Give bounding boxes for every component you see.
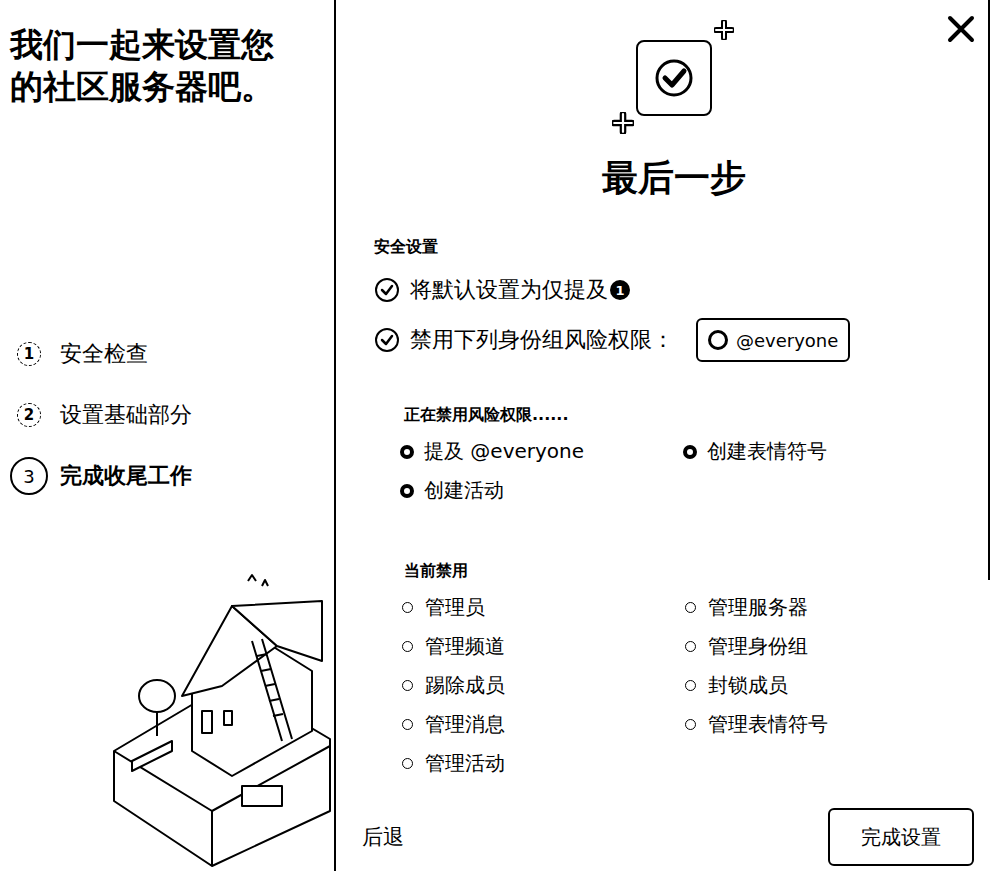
close-button[interactable] (946, 14, 976, 44)
step-number: 2 (17, 403, 41, 427)
bullet-dot (402, 758, 413, 769)
permission-label: 管理消息 (425, 711, 505, 738)
step-item: 2 设置基础部分 (10, 395, 334, 435)
permission-item: 管理消息 (400, 705, 683, 744)
check-circle-icon (374, 327, 400, 353)
scrollbar[interactable] (988, 0, 990, 580)
permission-label: 创建表情符号 (707, 438, 827, 465)
step-number: 3 (10, 457, 48, 495)
option-label: 禁用下列身份组风险权限： (410, 325, 674, 355)
close-icon (946, 14, 976, 44)
bullet-dot (402, 680, 413, 691)
permission-label: 管理活动 (425, 750, 505, 777)
step-item: 1 安全检查 (10, 334, 334, 374)
bullet-dot (400, 445, 414, 459)
option-label: 将默认设置为仅提及 (410, 275, 608, 305)
info-badge: 1 (610, 280, 630, 300)
settings-body: 安全设置将默认设置为仅提及1 禁用下列身份组风险权限： @everyone 正在禁用风… (366, 200, 974, 783)
permission-item: 提及 @everyone (400, 432, 683, 471)
step-label: 设置基础部分 (60, 400, 192, 430)
check-card (636, 40, 712, 116)
role-radio[interactable] (708, 330, 728, 350)
permission-label: 提及 @everyone (424, 438, 584, 465)
permission-label: 踢除成员 (425, 672, 505, 699)
permission-label: 管理表情符号 (708, 711, 828, 738)
bullet-dot (685, 719, 696, 730)
permission-item: 踢除成员 (400, 666, 683, 705)
modal-footer: 后退完成设置 (366, 808, 974, 866)
finish-button[interactable]: 完成设置 (828, 808, 974, 866)
bullet-dot (400, 484, 414, 498)
permission-item: 管理活动 (400, 744, 683, 783)
bullet-dot (402, 719, 413, 730)
bullet-dot (402, 602, 413, 613)
role-name: @everyone (736, 330, 838, 351)
bullet-dot (685, 602, 696, 613)
bullet-dot (685, 641, 696, 652)
step-heading: 最后一步 (366, 156, 974, 200)
permission-item: 创建活动 (400, 471, 683, 510)
security-title: 安全设置 (374, 236, 974, 258)
step-number: 1 (17, 342, 41, 366)
current-title: 当前禁用 (374, 560, 974, 582)
permission-label: 创建活动 (424, 477, 504, 504)
disabling-list: 提及 @everyone 创建表情符号创建活动 (374, 432, 974, 510)
back-button[interactable]: 后退 (362, 823, 404, 851)
sparkle-icon (714, 20, 734, 40)
check-circle-icon (374, 277, 400, 303)
current-list: 管理员 管理服务器管理频道 管理身份组踢除成员 封锁成员管理消息 管理表情符号管理活动 (374, 588, 974, 783)
permission-label: 管理身份组 (708, 633, 808, 660)
security-options: 将默认设置为仅提及1 禁用下列身份组风险权限： @everyone (374, 270, 974, 362)
role-select[interactable]: @everyone (696, 318, 850, 362)
permission-label: 封锁成员 (708, 672, 788, 699)
sidebar-title: 我们一起来设置您的社区服务器吧。 (10, 24, 287, 108)
step-label: 完成收尾工作 (60, 461, 192, 491)
permission-item: 创建表情符号 (683, 432, 974, 471)
house-icon (112, 561, 332, 871)
disabling-title: 正在禁用风险权限...... (374, 404, 974, 426)
permission-item: 管理员 (400, 588, 683, 627)
permission-label: 管理频道 (425, 633, 505, 660)
house-illustration (10, 561, 334, 871)
permission-label: 管理服务器 (708, 594, 808, 621)
permission-label: 管理员 (425, 594, 485, 621)
step-list: 1 安全检查 2 设置基础部分 3 完成收尾工作 (10, 334, 334, 496)
sparkle-icon (612, 112, 634, 134)
setup-sidebar: 我们一起来设置您的社区服务器吧。 1 安全检查 2 设置基础部分 3 完成收尾工作 (0, 0, 336, 871)
permission-item: 管理服务器 (683, 588, 974, 627)
permission-item: 管理频道 (400, 627, 683, 666)
setup-modal: 我们一起来设置您的社区服务器吧。1安全检查2设置基础部分3完成收尾工作最后一步安… (0, 0, 994, 871)
step-item: 3 完成收尾工作 (10, 456, 334, 496)
step-label: 安全检查 (60, 339, 148, 369)
checkmark-icon (654, 58, 694, 98)
bullet-dot (685, 680, 696, 691)
permission-item: 封锁成员 (683, 666, 974, 705)
permission-item: 管理身份组 (683, 627, 974, 666)
bullet-dot (402, 641, 413, 652)
bullet-dot (683, 445, 697, 459)
permission-item: 管理表情符号 (683, 705, 974, 744)
security-option[interactable]: 禁用下列身份组风险权限： @everyone (374, 318, 974, 362)
setup-content: 最后一步安全设置将默认设置为仅提及1 禁用下列身份组风险权限： @everyone 正… (336, 0, 994, 871)
security-option[interactable]: 将默认设置为仅提及1 (374, 270, 974, 310)
